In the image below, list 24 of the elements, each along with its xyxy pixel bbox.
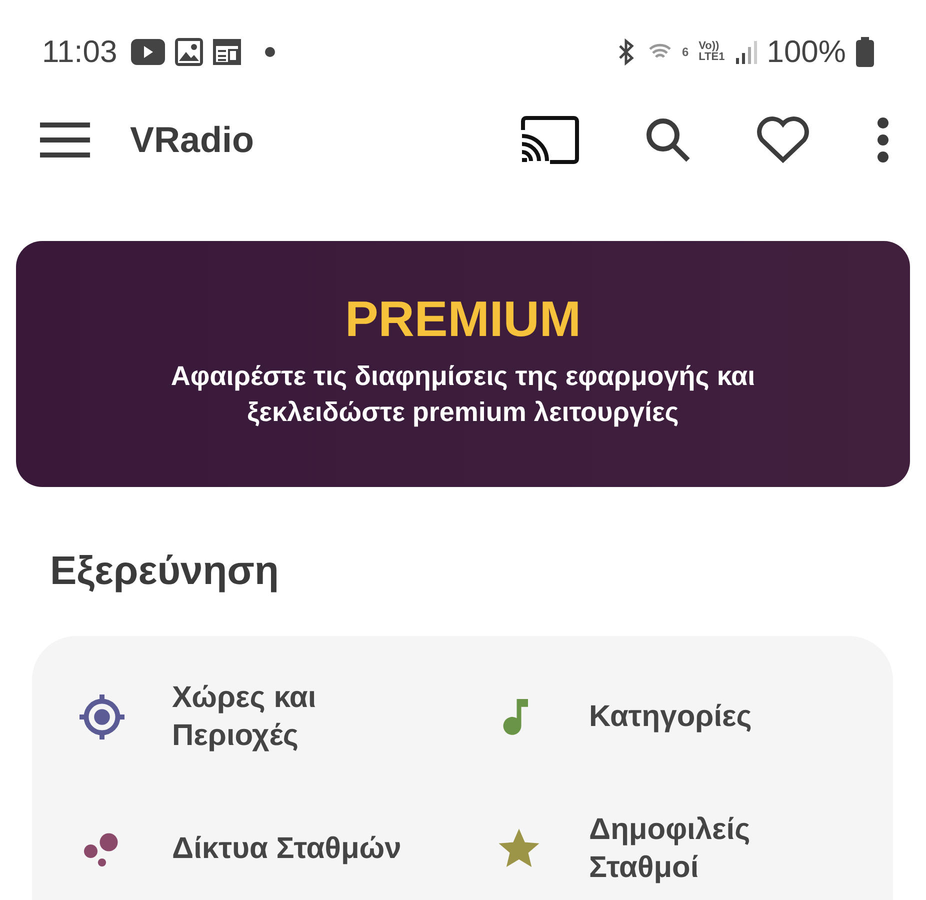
favorites-button[interactable]	[756, 116, 810, 164]
signal-icon	[734, 39, 757, 65]
clock-time: 11:03	[42, 34, 118, 70]
premium-description: Αφαιρέστε τις διαφημίσεις της εφαρμογής και ξεκλειδώστε premium λειτουργίες	[170, 360, 756, 429]
more-button[interactable]	[876, 117, 890, 163]
search-button[interactable]	[644, 116, 692, 164]
battery-percent: 100%	[766, 34, 846, 70]
explore-item[interactable]: Δημοφιλείς Σταθμοί	[589, 811, 829, 887]
section-heading: Εξερεύνηση	[50, 549, 280, 594]
network-type: 6	[682, 45, 689, 59]
dot-icon	[265, 47, 276, 57]
video-icon	[131, 39, 166, 65]
premium-title: PREMIUM	[344, 290, 582, 348]
explore-item[interactable]: Κατηγορίες	[589, 698, 829, 736]
image-icon	[175, 38, 204, 66]
volte-label: Vo)) LTE1	[698, 41, 725, 63]
menu-button[interactable]	[40, 122, 90, 158]
explore-item[interactable]: Χώρες και Περιοχές	[172, 679, 412, 755]
cast-button[interactable]	[520, 116, 580, 164]
battery-icon	[856, 37, 874, 67]
explore-item[interactable]: Δίκτυα Σταθμών	[172, 830, 412, 868]
premium-banner[interactable]: PREMIUM Αφαιρέστε τις διαφημίσεις της εφαρμογής και ξεκλειδώστε premium λειτουργίες	[16, 241, 910, 487]
app-title: VRadio	[130, 119, 256, 161]
newspaper-icon	[213, 39, 242, 65]
